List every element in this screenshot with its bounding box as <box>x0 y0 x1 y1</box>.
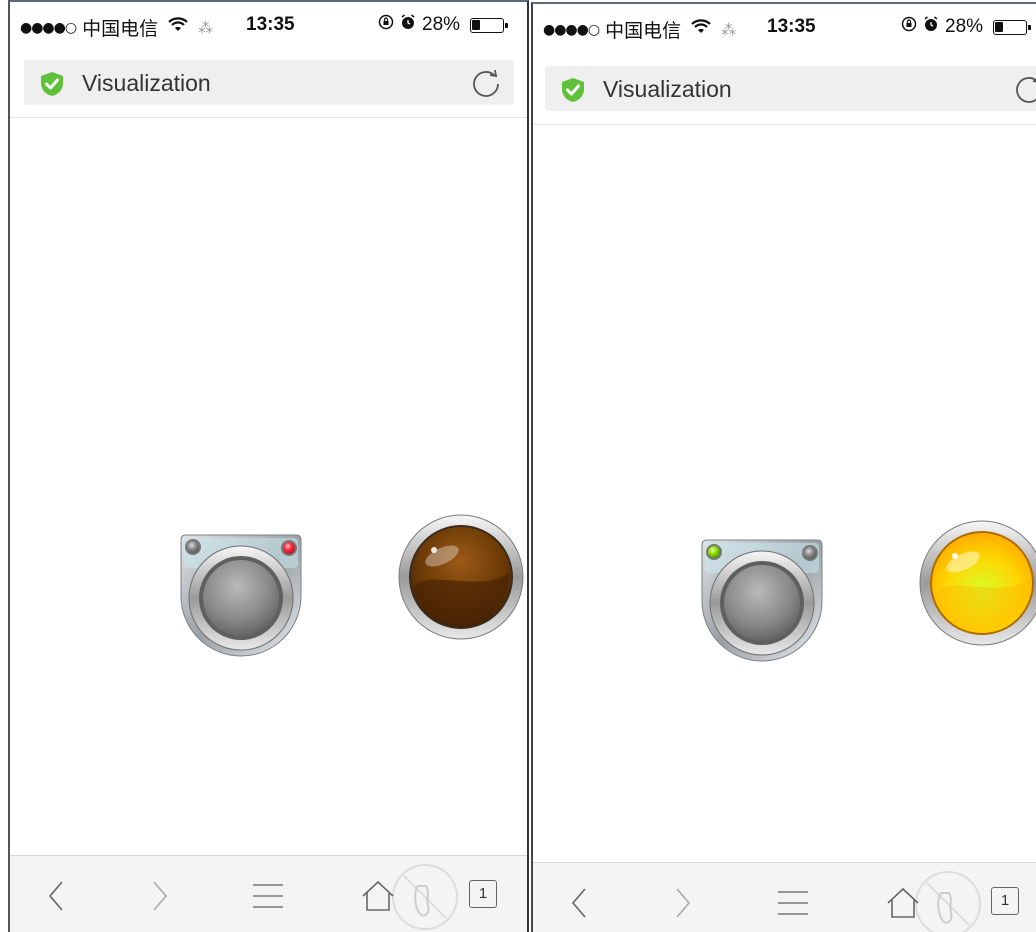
page-title: Visualization <box>82 70 211 96</box>
push-button-knob[interactable] <box>203 560 279 636</box>
activity-spinner-icon: ⁂ <box>198 18 214 37</box>
push-button-knob[interactable] <box>724 565 800 641</box>
alarm-icon <box>400 14 416 36</box>
battery-icon <box>470 17 509 33</box>
phone-screen-right: ●●●●○ 中国电信 ⁂ 13:35 28% Visualization 1 <box>531 2 1036 932</box>
wifi-icon <box>168 17 188 38</box>
tabs-button[interactable]: 1 <box>469 880 497 908</box>
activity-spinner-icon: ⁂ <box>721 20 737 39</box>
battery-level <box>472 19 481 30</box>
reload-icon[interactable] <box>1013 73 1036 105</box>
status-bar: ●●●●○ 中国电信 ⁂ 13:35 28% <box>10 2 527 46</box>
home-icon[interactable] <box>358 876 398 916</box>
header-divider <box>533 124 1036 125</box>
signal-strength: ●●●●○ <box>543 21 600 38</box>
status-time: 13:35 <box>767 16 816 37</box>
home-icon[interactable] <box>883 883 923 923</box>
header-divider <box>10 117 527 118</box>
shield-check-icon <box>562 78 584 102</box>
carrier-name: 中国电信 <box>82 19 159 40</box>
reload-icon[interactable] <box>470 67 502 99</box>
wifi-icon <box>691 19 711 40</box>
forward-icon[interactable] <box>140 876 180 916</box>
menu-icon[interactable] <box>248 876 288 916</box>
rotation-lock-icon <box>901 16 917 38</box>
back-icon[interactable] <box>36 876 76 916</box>
phone-screen-left: ●●●●○ 中国电信 ⁂ 13:35 28% Visualization 1 <box>8 0 529 932</box>
push-button[interactable] <box>178 532 304 664</box>
status-time: 13:35 <box>246 14 295 35</box>
battery-percent: 28% <box>945 16 984 37</box>
browser-toolbar: 1 <box>533 862 1036 932</box>
back-icon[interactable] <box>559 883 599 923</box>
address-bar[interactable]: Visualization <box>24 60 514 105</box>
battery-icon <box>993 19 1032 35</box>
shield-check-icon <box>41 72 63 96</box>
menu-icon[interactable] <box>773 883 813 923</box>
alarm-icon <box>923 16 939 38</box>
signal-strength: ●●●●○ <box>20 19 77 36</box>
battery-percent: 28% <box>422 14 461 35</box>
incognito-footprint-icon <box>392 864 458 930</box>
push-button[interactable] <box>699 537 825 669</box>
page-title: Visualization <box>603 76 732 102</box>
address-bar[interactable]: Visualization <box>545 66 1036 111</box>
battery-level <box>995 21 1004 32</box>
tabs-button[interactable]: 1 <box>991 887 1019 915</box>
forward-icon[interactable] <box>663 883 703 923</box>
carrier-name: 中国电信 <box>605 21 682 42</box>
indicator-lamp <box>398 514 524 640</box>
rotation-lock-icon <box>378 14 394 36</box>
incognito-footprint-icon <box>915 871 981 932</box>
status-bar: ●●●●○ 中国电信 ⁂ 13:35 28% <box>533 4 1036 48</box>
browser-toolbar: 1 <box>10 855 527 932</box>
indicator-lamp <box>919 520 1036 646</box>
